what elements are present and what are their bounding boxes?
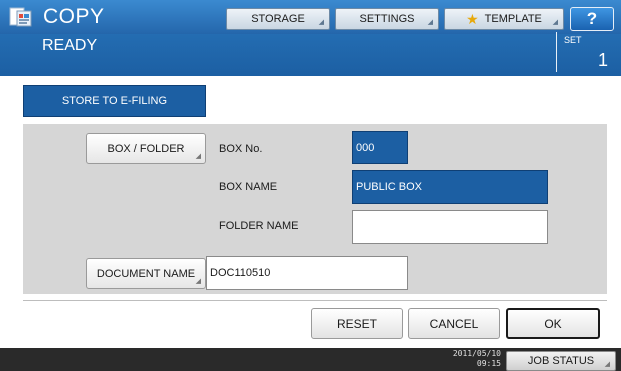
box-name-label: BOX NAME	[219, 181, 278, 193]
box-folder-button-label: BOX / FOLDER	[107, 142, 185, 155]
template-button-label: TEMPLATE	[484, 13, 542, 25]
storage-button[interactable]: STORAGE ◢	[226, 8, 330, 30]
job-status-button[interactable]: JOB STATUS ◢	[506, 351, 616, 371]
box-no-label: BOX No.	[219, 143, 263, 155]
time-text: 09:15	[476, 359, 501, 368]
folder-name-field[interactable]	[352, 210, 548, 244]
corner-arrow-icon: ◢	[318, 19, 324, 26]
box-folder-button[interactable]: BOX / FOLDER ◢	[86, 133, 206, 164]
store-to-efiling-tab[interactable]: STORE TO E-FILING	[23, 85, 206, 117]
box-no-field[interactable]: 000	[352, 131, 408, 164]
document-name-button[interactable]: DOCUMENT NAME ◢	[86, 258, 206, 289]
copy-app-icon	[9, 7, 32, 27]
datetime-readout: 2011/05/10 09:15	[453, 349, 501, 369]
corner-arrow-icon: ◢	[195, 278, 201, 285]
corner-arrow-icon: ◢	[195, 153, 201, 160]
machine-status: READY	[42, 37, 98, 54]
settings-button-label: SETTINGS	[359, 13, 415, 25]
storage-button-label: STORAGE	[251, 13, 305, 25]
set-count: 1	[598, 50, 609, 70]
set-divider	[556, 32, 557, 72]
set-label: SET	[564, 35, 582, 45]
box-name-field[interactable]: PUBLIC BOX	[352, 170, 548, 204]
corner-arrow-icon: ◢	[604, 361, 610, 368]
document-name-field[interactable]: DOC110510	[206, 256, 408, 290]
cancel-button[interactable]: CANCEL	[408, 308, 500, 339]
help-button[interactable]: ?	[570, 7, 614, 31]
corner-arrow-icon: ◢	[427, 19, 433, 26]
ok-button[interactable]: OK	[506, 308, 600, 339]
divider	[23, 300, 607, 301]
date-text: 2011/05/10	[452, 349, 501, 358]
job-status-button-label: JOB STATUS	[527, 355, 595, 367]
corner-arrow-icon: ◢	[552, 19, 558, 26]
app-title: COPY	[43, 5, 105, 28]
template-button[interactable]: ★ TEMPLATE ◢	[444, 8, 564, 30]
settings-button[interactable]: SETTINGS ◢	[335, 8, 439, 30]
star-icon: ★	[466, 10, 479, 27]
reset-button[interactable]: RESET	[311, 308, 403, 339]
document-name-button-label: DOCUMENT NAME	[96, 267, 196, 280]
folder-name-label: FOLDER NAME	[219, 220, 299, 232]
